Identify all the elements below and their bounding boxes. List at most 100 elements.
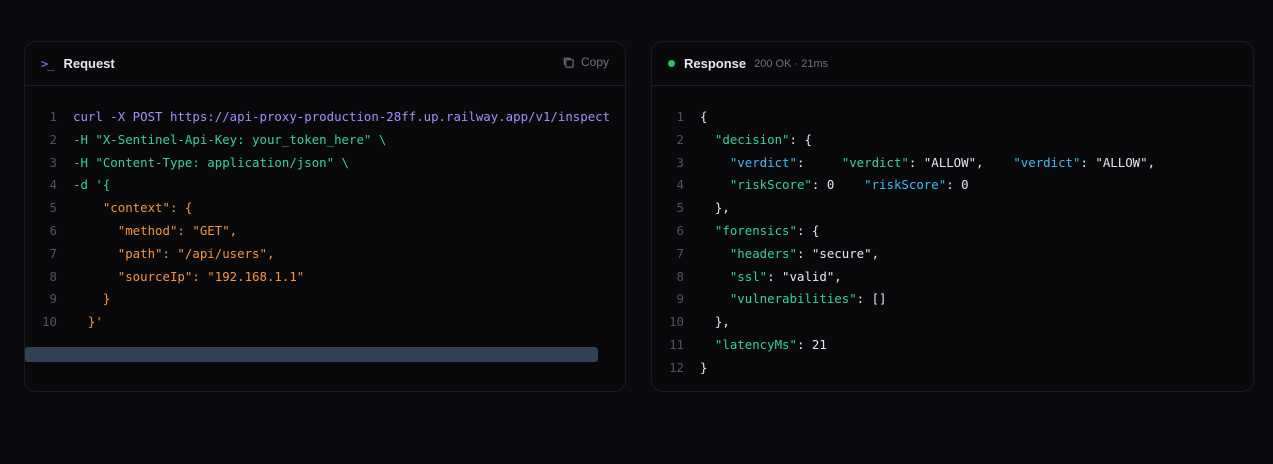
code-line: 3 -H "Content-Type: application/json" \ [25,152,625,175]
line-number: 1 [676,109,684,124]
code-token: : 21 [796,336,827,352]
code-line: 3 "verdict": "verdict": "ALLOW", "verdic… [652,152,1156,175]
code-token: : { [796,222,820,238]
code-token: "latencyMs" [700,336,797,352]
code-text: { [700,106,707,129]
code-token: "vulnerabilities" [700,291,857,307]
request-title: Request [63,56,115,71]
code-line: 4 "riskScore": 0 "riskScore": 0 [652,174,1155,197]
code-token: "forensics" [700,222,797,238]
code-token: "verdict" [841,154,909,170]
line-number: 4 [676,177,684,193]
code-line: 7 "headers": "secure", [652,243,1155,266]
code-text: }' [73,314,103,330]
line-number: 7 [49,245,57,261]
line-number: 8 [676,268,684,284]
line-number: 6 [49,222,57,238]
line-number: 5 [49,200,57,216]
copy-button[interactable]: Copy [562,55,609,69]
code-token: "riskScore" [700,177,812,193]
code-text: }, [700,197,730,220]
code-token: } [700,359,708,375]
code-token: : [] [856,291,887,307]
line-number: 10 [42,314,57,330]
code-line: 10 }, [652,311,1155,334]
code-text: }, [700,311,730,334]
code-line: 9 "vulnerabilities": [] [652,288,1155,311]
code-text: "verdict": "verdict": "ALLOW", "verdict"… [700,152,1155,175]
line-number: 9 [49,291,57,307]
code-line: 5 }, [652,197,1155,220]
code-token: : { [789,131,812,147]
code-token: "headers" [700,245,797,261]
code-token: }, [700,200,730,216]
code-line: 1{ [652,106,1155,129]
code-text: } [700,357,707,380]
code-text: "sourceIp": "192.168.1.1" [73,268,305,284]
code-text: "context": { [73,200,193,216]
code-line: 8 "sourceIp": "192.168.1.1" [25,266,625,289]
code-line: 2 -H "X-Sentinel-Api-Key: your_token_here… [25,129,625,152]
line-number: 1 [49,109,57,124]
code-line: 1 curl -X POST https://api-proxy-producti… [25,106,625,129]
line-number: 4 [49,177,57,193]
code-line: 2 "decision": { [652,129,1155,152]
code-text: "headers": "secure", [700,243,879,266]
code-line: 8 "ssl": "valid", [652,266,1155,289]
code-token: : "ALLOW", [908,154,1014,170]
code-line: 6 "method": "GET", [25,220,625,243]
terminal-icon: >_ [41,56,54,71]
code-text: "decision": { [700,129,812,152]
code-text: "riskScore": 0 "riskScore": 0 [700,174,969,197]
copy-label: Copy [580,55,609,69]
line-number: 10 [669,314,684,330]
copy-icon [563,57,574,68]
request-header: >_ Request Copy [25,42,625,86]
code-token: "verdict" [700,154,797,170]
line-number: 7 [676,245,684,261]
code-text: } [73,291,111,307]
code-text: "vulnerabilities": [] [700,288,887,311]
code-line: 6 "forensics": { [652,220,1155,243]
code-line: 9 } [25,288,625,311]
code-token: { [700,109,708,124]
response-panel: Response 200 OK · 21ms 1{2 "decision": {… [651,41,1254,392]
code-line: 7 "path": "/api/users", [25,243,625,266]
code-text: curl -X POST https://api-proxy-productio… [73,109,611,124]
code-text: -H "X-Sentinel-Api-Key: your_token_here"… [73,131,387,147]
line-number: 3 [49,154,57,170]
response-header: Response 200 OK · 21ms [652,42,1253,86]
code-token: "verdict" [1013,154,1081,170]
line-number: 11 [669,336,684,352]
line-number: 6 [676,222,684,238]
line-number: 3 [676,154,684,170]
code-text: -d '{ [73,177,111,193]
code-line: 12} [652,357,1155,380]
request-panel: >_ Request Copy 1 curl -X POST https://ap… [24,41,626,392]
code-text: "path": "/api/users", [73,245,275,261]
code-token: }, [700,314,730,330]
code-text: "latencyMs": 21 [700,334,827,357]
code-token: : 0 [946,177,969,193]
line-number: 2 [49,131,57,147]
status-dot-icon [668,60,675,67]
line-number: 8 [49,268,57,284]
request-code-block: 1 curl -X POST https://api-proxy-producti… [25,106,625,334]
code-line: 4 -d '{ [25,174,625,197]
line-number: 5 [676,200,684,216]
response-title: Response [684,56,747,71]
line-number: 2 [676,131,684,147]
code-token: : "valid", [767,268,842,284]
code-token: : [796,154,842,170]
code-text: -H "Content-Type: application/json" \ [73,154,350,170]
code-token: : 0 [811,177,865,193]
code-token: : "ALLOW", [1080,154,1156,170]
code-text: "method": "GET", [73,222,238,238]
code-text: "forensics": { [700,220,819,243]
line-number: 9 [676,291,684,307]
code-token: "decision" [700,131,790,147]
horizontal-scrollbar[interactable] [25,347,598,362]
code-token: : "secure", [796,245,880,261]
code-token: "ssl" [700,268,768,284]
response-status: 200 OK · 21ms [754,58,829,70]
